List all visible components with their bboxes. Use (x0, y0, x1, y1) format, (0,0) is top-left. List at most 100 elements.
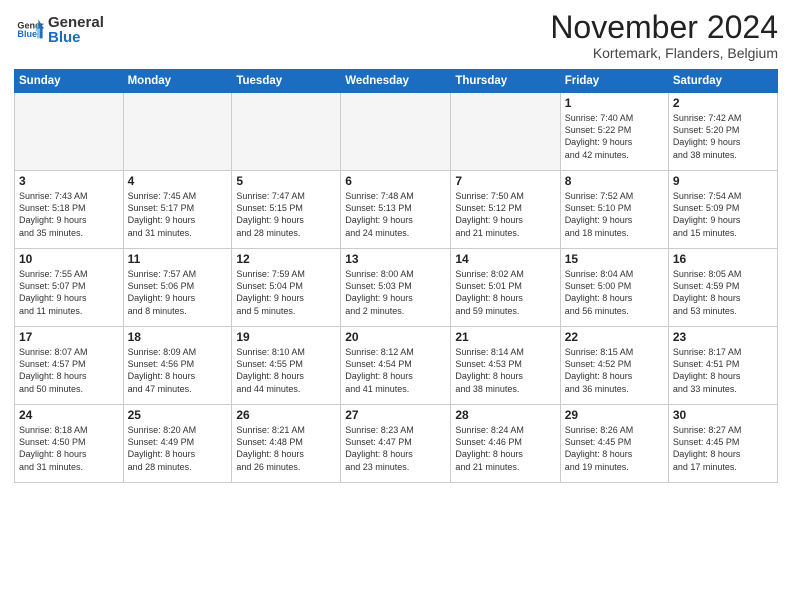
svg-text:Blue: Blue (17, 29, 37, 39)
calendar-cell (232, 93, 341, 171)
day-number: 7 (455, 174, 555, 188)
col-header-sunday: Sunday (15, 70, 124, 93)
day-number: 15 (565, 252, 664, 266)
calendar-cell: 10 Sunrise: 7:55 AM Sunset: 5:07 PM Dayli… (15, 249, 124, 327)
day-info: Sunrise: 8:17 AM Sunset: 4:51 PM Dayligh… (673, 346, 773, 395)
day-info: Sunrise: 7:59 AM Sunset: 5:04 PM Dayligh… (236, 268, 336, 317)
day-info: Sunrise: 7:55 AM Sunset: 5:07 PM Dayligh… (19, 268, 119, 317)
day-number: 2 (673, 96, 773, 110)
day-number: 21 (455, 330, 555, 344)
logo-icon: General Blue (16, 16, 44, 44)
calendar-cell: 2 Sunrise: 7:42 AM Sunset: 5:20 PM Daylig… (668, 93, 777, 171)
calendar-table: SundayMondayTuesdayWednesdayThursdayFrid… (14, 69, 778, 483)
calendar-cell: 4Sunrise: 7:45 AM Sunset: 5:17 PM Daylig… (123, 171, 232, 249)
day-number: 16 (673, 252, 773, 266)
day-number: 9 (673, 174, 773, 188)
day-number: 28 (455, 408, 555, 422)
day-info: Sunrise: 8:20 AM Sunset: 4:49 PM Dayligh… (128, 424, 228, 473)
calendar-week-3: 10 Sunrise: 7:55 AM Sunset: 5:07 PM Dayli… (15, 249, 778, 327)
day-info: Sunrise: 7:54 AM Sunset: 5:09 PM Dayligh… (673, 190, 773, 239)
day-number: 1 (565, 96, 664, 110)
calendar-cell (341, 93, 451, 171)
day-number: 19 (236, 330, 336, 344)
day-info: Sunrise: 8:10 AM Sunset: 4:55 PM Dayligh… (236, 346, 336, 395)
calendar-cell: 14Sunrise: 8:02 AM Sunset: 5:01 PM Dayli… (451, 249, 560, 327)
calendar-cell: 8 Sunrise: 7:52 AM Sunset: 5:10 PM Daylig… (560, 171, 668, 249)
calendar-cell: 11 Sunrise: 7:57 AM Sunset: 5:06 PM Dayli… (123, 249, 232, 327)
title-block: November 2024 Kortemark, Flanders, Belgi… (550, 10, 778, 61)
day-info: Sunrise: 7:45 AM Sunset: 5:17 PM Dayligh… (128, 190, 228, 239)
day-info: Sunrise: 8:26 AM Sunset: 4:45 PM Dayligh… (565, 424, 664, 473)
day-number: 30 (673, 408, 773, 422)
calendar-cell: 30 Sunrise: 8:27 AM Sunset: 4:45 PM Dayli… (668, 405, 777, 483)
day-number: 8 (565, 174, 664, 188)
day-info: Sunrise: 8:00 AM Sunset: 5:03 PM Dayligh… (345, 268, 446, 317)
logo-blue-text: Blue (48, 29, 104, 46)
calendar-cell: 27 Sunrise: 8:23 AM Sunset: 4:47 PM Dayli… (341, 405, 451, 483)
calendar-cell: 13 Sunrise: 8:00 AM Sunset: 5:03 PM Dayli… (341, 249, 451, 327)
day-info: Sunrise: 8:27 AM Sunset: 4:45 PM Dayligh… (673, 424, 773, 473)
day-number: 29 (565, 408, 664, 422)
calendar-cell: 25Sunrise: 8:20 AM Sunset: 4:49 PM Dayli… (123, 405, 232, 483)
day-number: 10 (19, 252, 119, 266)
location: Kortemark, Flanders, Belgium (550, 45, 778, 61)
calendar-cell: 28 Sunrise: 8:24 AM Sunset: 4:46 PM Dayli… (451, 405, 560, 483)
calendar-cell: 24Sunrise: 8:18 AM Sunset: 4:50 PM Dayli… (15, 405, 124, 483)
day-info: Sunrise: 8:12 AM Sunset: 4:54 PM Dayligh… (345, 346, 446, 395)
day-info: Sunrise: 7:50 AM Sunset: 5:12 PM Dayligh… (455, 190, 555, 239)
col-header-monday: Monday (123, 70, 232, 93)
day-number: 12 (236, 252, 336, 266)
calendar-cell (15, 93, 124, 171)
day-number: 17 (19, 330, 119, 344)
day-info: Sunrise: 8:09 AM Sunset: 4:56 PM Dayligh… (128, 346, 228, 395)
day-number: 26 (236, 408, 336, 422)
day-number: 11 (128, 252, 228, 266)
day-info: Sunrise: 8:14 AM Sunset: 4:53 PM Dayligh… (455, 346, 555, 395)
calendar-cell: 17 Sunrise: 8:07 AM Sunset: 4:57 PM Dayli… (15, 327, 124, 405)
day-info: Sunrise: 8:15 AM Sunset: 4:52 PM Dayligh… (565, 346, 664, 395)
day-info: Sunrise: 7:40 AM Sunset: 5:22 PM Dayligh… (565, 112, 664, 161)
calendar-cell: 15Sunrise: 8:04 AM Sunset: 5:00 PM Dayli… (560, 249, 668, 327)
calendar-week-4: 17 Sunrise: 8:07 AM Sunset: 4:57 PM Dayli… (15, 327, 778, 405)
calendar-week-1: 1 Sunrise: 7:40 AM Sunset: 5:22 PM Daylig… (15, 93, 778, 171)
day-number: 18 (128, 330, 228, 344)
day-info: Sunrise: 7:48 AM Sunset: 5:13 PM Dayligh… (345, 190, 446, 239)
day-info: Sunrise: 8:07 AM Sunset: 4:57 PM Dayligh… (19, 346, 119, 395)
calendar-cell: 23 Sunrise: 8:17 AM Sunset: 4:51 PM Dayli… (668, 327, 777, 405)
day-info: Sunrise: 8:24 AM Sunset: 4:46 PM Dayligh… (455, 424, 555, 473)
day-info: Sunrise: 7:57 AM Sunset: 5:06 PM Dayligh… (128, 268, 228, 317)
calendar-cell: 7 Sunrise: 7:50 AM Sunset: 5:12 PM Daylig… (451, 171, 560, 249)
day-number: 27 (345, 408, 446, 422)
col-header-wednesday: Wednesday (341, 70, 451, 93)
col-header-friday: Friday (560, 70, 668, 93)
page-container: General Blue General Blue November 2024 … (0, 0, 792, 612)
col-header-saturday: Saturday (668, 70, 777, 93)
calendar-cell: 19 Sunrise: 8:10 AM Sunset: 4:55 PM Dayli… (232, 327, 341, 405)
logo: General Blue General Blue (14, 14, 104, 46)
calendar-cell: 9 Sunrise: 7:54 AM Sunset: 5:09 PM Daylig… (668, 171, 777, 249)
calendar-cell: 22 Sunrise: 8:15 AM Sunset: 4:52 PM Dayli… (560, 327, 668, 405)
day-number: 6 (345, 174, 446, 188)
day-info: Sunrise: 7:42 AM Sunset: 5:20 PM Dayligh… (673, 112, 773, 161)
calendar-cell: 5 Sunrise: 7:47 AM Sunset: 5:15 PM Daylig… (232, 171, 341, 249)
calendar-cell: 16 Sunrise: 8:05 AM Sunset: 4:59 PM Dayli… (668, 249, 777, 327)
day-number: 20 (345, 330, 446, 344)
calendar-cell: 21 Sunrise: 8:14 AM Sunset: 4:53 PM Dayli… (451, 327, 560, 405)
calendar-cell: 3Sunrise: 7:43 AM Sunset: 5:18 PM Daylig… (15, 171, 124, 249)
col-header-tuesday: Tuesday (232, 70, 341, 93)
day-number: 5 (236, 174, 336, 188)
day-info: Sunrise: 8:23 AM Sunset: 4:47 PM Dayligh… (345, 424, 446, 473)
calendar-header-row: SundayMondayTuesdayWednesdayThursdayFrid… (15, 70, 778, 93)
calendar-cell: 6 Sunrise: 7:48 AM Sunset: 5:13 PM Daylig… (341, 171, 451, 249)
day-number: 23 (673, 330, 773, 344)
calendar-cell: 18 Sunrise: 8:09 AM Sunset: 4:56 PM Dayli… (123, 327, 232, 405)
day-number: 22 (565, 330, 664, 344)
calendar-cell (123, 93, 232, 171)
calendar-cell: 20 Sunrise: 8:12 AM Sunset: 4:54 PM Dayli… (341, 327, 451, 405)
col-header-thursday: Thursday (451, 70, 560, 93)
day-info: Sunrise: 7:43 AM Sunset: 5:18 PM Dayligh… (19, 190, 119, 239)
day-info: Sunrise: 8:05 AM Sunset: 4:59 PM Dayligh… (673, 268, 773, 317)
day-info: Sunrise: 7:52 AM Sunset: 5:10 PM Dayligh… (565, 190, 664, 239)
day-number: 13 (345, 252, 446, 266)
day-info: Sunrise: 7:47 AM Sunset: 5:15 PM Dayligh… (236, 190, 336, 239)
